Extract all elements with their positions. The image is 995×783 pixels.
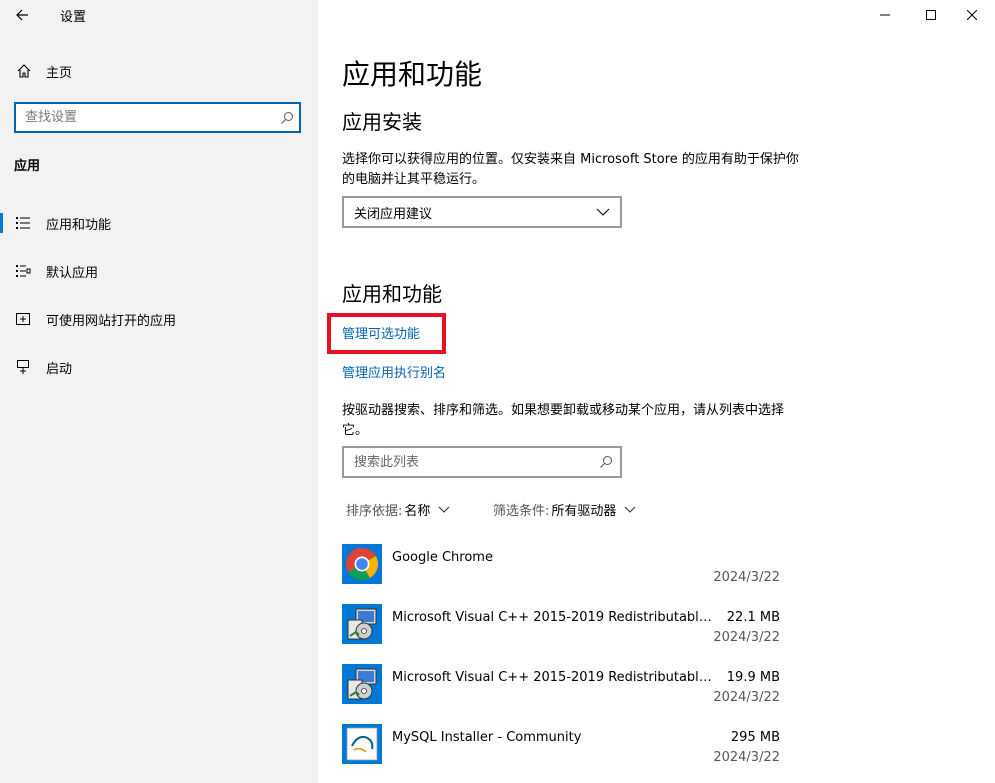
filter-value: 所有驱动器 [551,504,617,519]
app-size: 295 MB [730,730,780,745]
sidebar: 设置 主页 应用 应用和功能 [0,0,318,783]
apps-features-icon [14,214,32,232]
sort-key: 排序依据: [346,504,403,519]
selected-indicator [0,213,3,233]
manage-optional-features-link[interactable]: 管理可选功能 [342,323,420,342]
window-title: 设置 [60,10,87,25]
main-content: 应用和功能 应用安装 选择你可以获得应用的位置。仅安装来自 Microsoft … [327,0,962,783]
startup-icon [14,358,32,376]
home-label: 主页 [46,65,73,81]
filter-dropdown[interactable]: 筛选条件: 所有驱动器 [493,500,636,519]
search-icon[interactable] [592,455,620,469]
close-icon [967,10,977,20]
install-description: 选择你可以获得应用的位置。仅安装来自 Microsoft Store 的应用有助… [342,152,799,187]
sidebar-item-label: 可使用网站打开的应用 [46,313,177,329]
sidebar-item-label: 启动 [46,361,73,377]
app-date: 2024/3/22 [713,750,780,765]
sidebar-item-label: 默认应用 [46,265,99,281]
chevron-down-icon [624,506,636,513]
chrome-icon [342,544,382,584]
home-nav-item[interactable]: 主页 [0,57,318,85]
app-list-item[interactable]: Google Chrome 2024/3/22 [342,544,782,604]
app-list-item[interactable]: MySQL Installer - Community 295 MB 2024/… [342,724,782,783]
sidebar-item-label: 应用和功能 [46,217,112,233]
app-list-search-box[interactable] [342,446,622,478]
app-name: MySQL Installer - Community [392,730,582,745]
page-title: 应用和功能 [342,58,483,91]
sidebar-item-startup[interactable]: 启动 [0,347,318,387]
settings-search-input[interactable] [16,104,275,131]
dropdown-value: 关闭应用建议 [354,206,433,222]
app-list-item[interactable]: Microsoft Visual C++ 2015-2019 Redistrib… [342,604,782,664]
manage-app-execution-aliases-link[interactable]: 管理应用执行别名 [342,362,446,381]
app-list-item[interactable]: Microsoft Visual C++ 2015-2019 Redistrib… [342,664,782,724]
back-arrow-icon [16,9,28,21]
app-size: 22.1 MB [726,610,780,625]
back-button[interactable] [10,3,34,27]
category-heading: 应用 [14,159,41,174]
sort-dropdown[interactable]: 排序依据: 名称 [346,500,450,519]
app-install-dropdown[interactable]: 关闭应用建议 [342,196,622,228]
app-name: Google Chrome [392,550,493,565]
installer-icon [342,664,382,704]
filter-key: 筛选条件: [493,504,550,519]
settings-search-box[interactable] [14,102,301,133]
features-description: 按驱动器搜索、排序和筛选。如果想要卸载或移动某个应用，请从列表中选择它。 [342,403,785,438]
app-list-search-input[interactable] [344,448,592,476]
chevron-down-icon [438,506,450,513]
mysql-installer-icon [342,724,382,764]
home-icon [15,62,33,80]
app-name: Microsoft Visual C++ 2015-2019 Redistrib… [392,610,712,625]
sort-value: 名称 [404,504,431,519]
default-apps-icon [14,262,32,280]
sidebar-item-apps-features[interactable]: 应用和功能 [0,203,318,243]
search-icon[interactable] [275,111,299,125]
features-section-title: 应用和功能 [342,282,442,306]
install-section-title: 应用安装 [342,110,422,134]
sidebar-item-default-apps[interactable]: 默认应用 [0,251,318,291]
app-date: 2024/3/22 [713,690,780,705]
apps-for-websites-icon [14,310,32,328]
installer-icon [342,604,382,644]
app-size: 19.9 MB [726,670,780,685]
chevron-down-icon [596,208,610,216]
app-name: Microsoft Visual C++ 2015-2019 Redistrib… [392,670,712,685]
app-date: 2024/3/22 [713,630,780,645]
app-date: 2024/3/22 [713,570,780,585]
sidebar-item-apps-for-websites[interactable]: 可使用网站打开的应用 [0,299,318,339]
